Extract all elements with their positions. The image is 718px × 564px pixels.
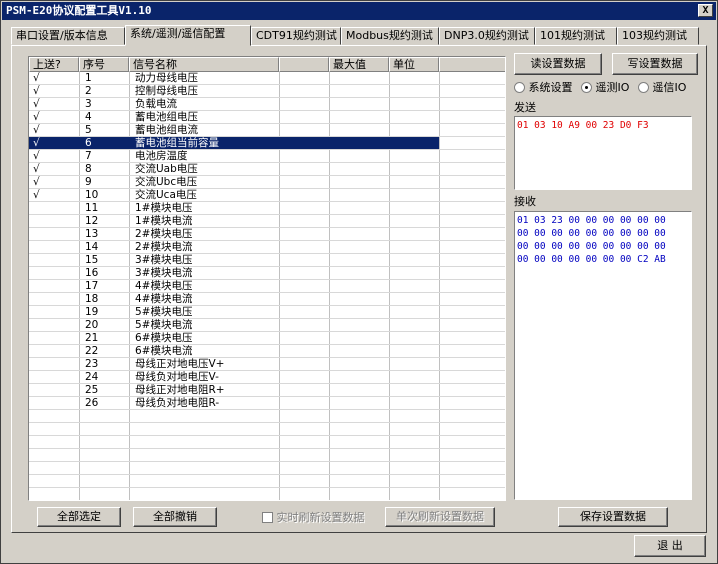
tab-system-config[interactable]: 系统/遥测/遥信配置 [125, 25, 251, 46]
grid-line [29, 318, 505, 319]
grid-line [29, 175, 505, 176]
col-header-sent[interactable]: 上送? [29, 57, 79, 72]
radio-telesignal-option[interactable]: 遥信IO [638, 81, 690, 95]
tab-101[interactable]: 101规约测试 [535, 27, 617, 45]
grid-line [29, 331, 505, 332]
grid-line [29, 240, 505, 241]
save-settings-button[interactable]: 保存设置数据 [558, 507, 668, 527]
grid-line [29, 253, 505, 254]
grid-line [29, 136, 505, 137]
grid-line [29, 227, 505, 228]
grid-line [29, 305, 505, 306]
grid-line [29, 370, 505, 371]
receive-box[interactable]: 01 03 23 00 00 00 00 00 00 00 00 00 00 0… [514, 211, 692, 500]
col-header-filler [439, 57, 505, 72]
realtime-refresh-label: 实时刷新设置数据 [276, 511, 365, 524]
send-text: 01 03 10 A9 00 23 D0 F3 [517, 120, 649, 131]
grid-line [29, 422, 505, 423]
grid-line [29, 149, 505, 150]
grid-line [29, 396, 505, 397]
receive-label: 接收 [514, 195, 536, 208]
tab-dnp30[interactable]: DNP3.0规约测试 [439, 27, 535, 45]
col-header-unit[interactable]: 单位 [389, 57, 439, 72]
window-title: PSM-E20协议配置工具V1.10 [6, 4, 152, 17]
grid-line [29, 97, 505, 98]
select-all-button[interactable]: 全部选定 [37, 507, 121, 527]
radio-telemetry[interactable] [581, 82, 592, 93]
grid-line [29, 110, 505, 111]
grid-line [29, 461, 505, 462]
signal-list[interactable]: 上送? 序号 信号名称 最大值 单位 √ 1 动力母线电压 √ 2 控制母线电压 √ 3 负载电… [28, 56, 506, 501]
grid-line [29, 292, 505, 293]
receive-line: 00 00 00 00 00 00 00 C2 AB [517, 254, 666, 265]
col-header-max[interactable]: 最大值 [329, 57, 389, 72]
grid-line [29, 201, 505, 202]
close-button[interactable]: X [698, 4, 713, 17]
grid-line [29, 435, 505, 436]
app-window: PSM-E20协议配置工具V1.10 X 串口设置/版本信息 系统/遥测/遥信配… [0, 0, 718, 564]
realtime-refresh-checkbox[interactable] [262, 512, 273, 523]
realtime-refresh-option[interactable]: 实时刷新设置数据 [262, 509, 365, 525]
grid-line [29, 279, 505, 280]
grid-line [29, 500, 505, 501]
exit-button[interactable]: 退 出 [634, 535, 706, 557]
grid-line [29, 84, 505, 85]
send-box[interactable]: 01 03 10 A9 00 23 D0 F3 [514, 116, 692, 190]
grid-line [29, 474, 505, 475]
grid-line [29, 123, 505, 124]
radio-telemetry-label: 遥测IO [595, 81, 630, 94]
receive-line: 01 03 23 00 00 00 00 00 00 [517, 215, 666, 226]
radio-system-option[interactable]: 系统设置 [514, 81, 573, 95]
radio-system[interactable] [514, 82, 525, 93]
radio-telemetry-option[interactable]: 遥测IO [581, 81, 629, 95]
radio-telesignal[interactable] [638, 82, 649, 93]
grid-line [29, 448, 505, 449]
col-header-name[interactable]: 信号名称 [129, 57, 279, 72]
radio-system-label: 系统设置 [528, 81, 573, 94]
col-header-empty[interactable] [279, 57, 329, 72]
title-bar[interactable]: PSM-E20协议配置工具V1.10 X [2, 2, 716, 20]
tab-serial-version[interactable]: 串口设置/版本信息 [11, 27, 125, 45]
grid-line [29, 266, 505, 267]
receive-line: 00 00 00 00 00 00 00 00 00 [517, 228, 666, 239]
grid-line [29, 344, 505, 345]
col-header-no[interactable]: 序号 [79, 57, 129, 72]
grid-line [29, 357, 505, 358]
grid-line [29, 162, 505, 163]
grid-line [29, 487, 505, 488]
tab-103[interactable]: 103规约测试 [617, 27, 699, 45]
receive-line: 00 00 00 00 00 00 00 00 00 [517, 241, 666, 252]
read-settings-button[interactable]: 读设置数据 [514, 53, 602, 75]
tab-modbus[interactable]: Modbus规约测试 [341, 27, 439, 45]
send-label: 发送 [514, 101, 536, 114]
grid-line [29, 409, 505, 410]
grid-line [29, 383, 505, 384]
list-header: 上送? 序号 信号名称 最大值 单位 [29, 57, 505, 72]
grid-line [29, 214, 505, 215]
radio-telesignal-label: 遥信IO [652, 81, 687, 94]
grid-line [29, 188, 505, 189]
tab-cdt91[interactable]: CDT91规约测试 [251, 27, 341, 45]
deselect-all-button[interactable]: 全部撤销 [133, 507, 217, 527]
write-settings-button[interactable]: 写设置数据 [612, 53, 698, 75]
single-refresh-button[interactable]: 单次刷新设置数据 [385, 507, 495, 527]
